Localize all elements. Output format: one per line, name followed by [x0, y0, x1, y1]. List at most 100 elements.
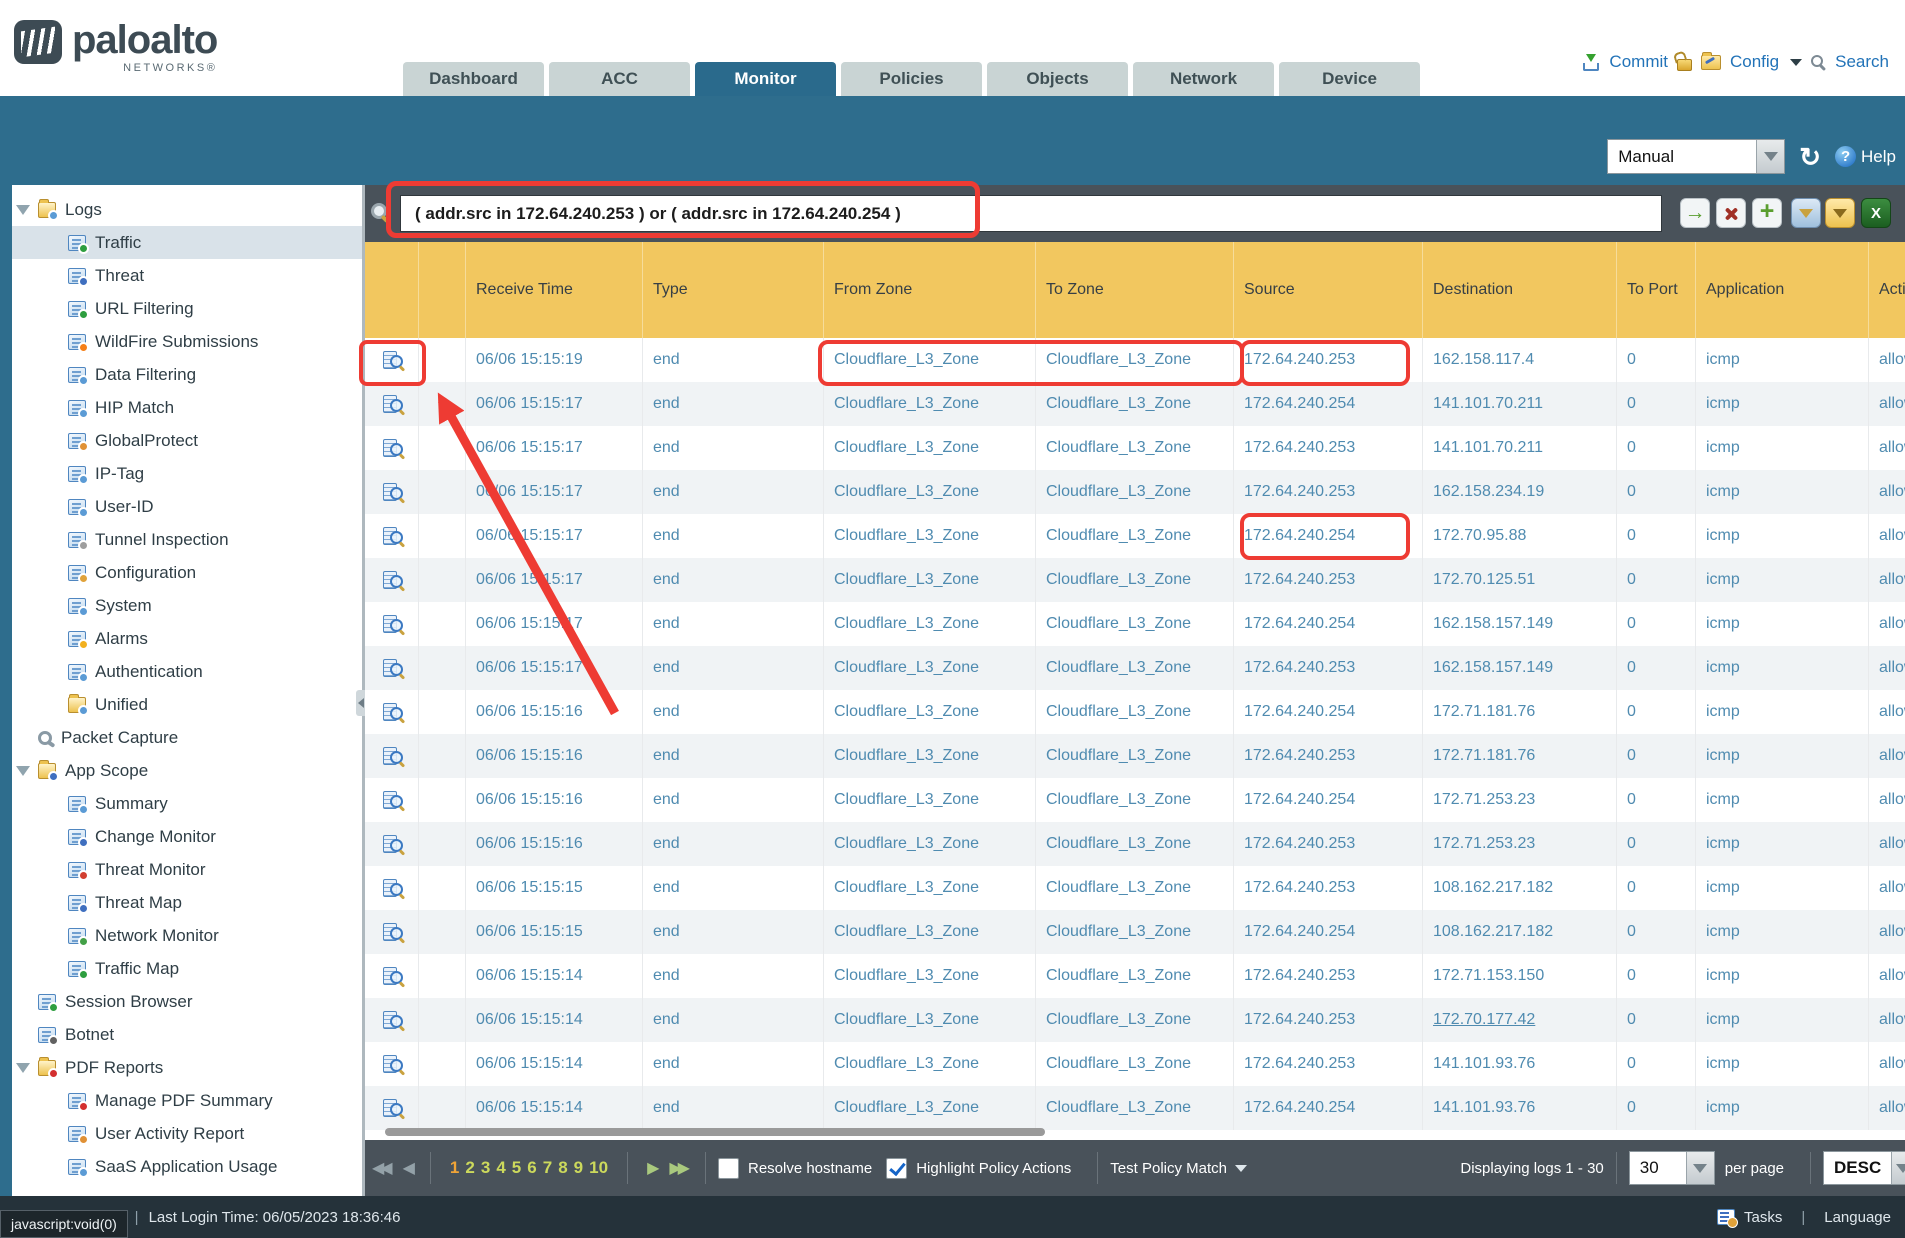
cell-from-zone[interactable]: Cloudflare_L3_Zone: [824, 910, 1036, 954]
to-port-value[interactable]: 0: [1627, 351, 1636, 369]
to-zone-value[interactable]: Cloudflare_L3_Zone: [1046, 439, 1191, 457]
sidebar-item-data-filtering[interactable]: Data Filtering: [12, 358, 362, 391]
column-header-receive-time[interactable]: Receive Time: [466, 242, 643, 338]
log-detail-icon[interactable]: [382, 1055, 402, 1074]
column-header-detail[interactable]: [365, 242, 419, 338]
save-filter-icon[interactable]: [1791, 198, 1821, 228]
cell-to-zone[interactable]: Cloudflare_L3_Zone: [1036, 910, 1234, 954]
highlight-policy-actions-checkbox[interactable]: [886, 1158, 907, 1179]
source-value[interactable]: 172.64.240.253: [1244, 879, 1355, 897]
action-value[interactable]: allow: [1879, 571, 1905, 589]
from-zone-value[interactable]: Cloudflare_L3_Zone: [834, 703, 979, 721]
sidebar-item-traffic-map[interactable]: Traffic Map: [12, 952, 362, 985]
page-3[interactable]: 3: [481, 1158, 490, 1178]
page-size-dropdown-icon[interactable]: [1686, 1152, 1714, 1184]
source-value[interactable]: 172.64.240.254: [1244, 527, 1355, 545]
sidebar-collapse-handle[interactable]: [356, 690, 365, 716]
destination-value[interactable]: 172.70.177.42: [1433, 1011, 1535, 1029]
cell-source[interactable]: 172.64.240.253: [1234, 954, 1423, 998]
cell-to-zone[interactable]: Cloudflare_L3_Zone: [1036, 866, 1234, 910]
cell-to-zone[interactable]: Cloudflare_L3_Zone: [1036, 470, 1234, 514]
to-zone-value[interactable]: Cloudflare_L3_Zone: [1046, 1011, 1191, 1029]
cell-action[interactable]: allow: [1869, 778, 1905, 822]
sidebar-item-saas-application-usage[interactable]: SaaS Application Usage: [12, 1150, 362, 1183]
tab-dashboard[interactable]: Dashboard: [403, 62, 544, 96]
cell-source[interactable]: 172.64.240.254: [1234, 910, 1423, 954]
page-5[interactable]: 5: [512, 1158, 521, 1178]
add-filter-icon[interactable]: [1752, 198, 1782, 228]
cell-application[interactable]: icmp: [1696, 998, 1869, 1042]
cell-application[interactable]: icmp: [1696, 1042, 1869, 1086]
application-value[interactable]: icmp: [1706, 879, 1740, 897]
tab-device[interactable]: Device: [1279, 62, 1420, 96]
log-detail-icon[interactable]: [382, 395, 402, 414]
source-value[interactable]: 172.64.240.254: [1244, 395, 1355, 413]
cell-to-port[interactable]: 0: [1617, 998, 1696, 1042]
cell-destination[interactable]: 162.158.117.4: [1423, 338, 1617, 382]
page-size-select[interactable]: 30: [1629, 1151, 1715, 1185]
from-zone-value[interactable]: Cloudflare_L3_Zone: [834, 967, 979, 985]
cell-application[interactable]: icmp: [1696, 602, 1869, 646]
to-port-value[interactable]: 0: [1627, 439, 1636, 457]
application-value[interactable]: icmp: [1706, 791, 1740, 809]
sidebar-item-session-browser[interactable]: Session Browser: [12, 985, 362, 1018]
cell-to-port[interactable]: 0: [1617, 338, 1696, 382]
destination-value[interactable]: 141.101.70.211: [1433, 439, 1543, 457]
source-value[interactable]: 172.64.240.253: [1244, 747, 1355, 765]
commit-button[interactable]: Commit: [1609, 52, 1668, 72]
cell-to-zone[interactable]: Cloudflare_L3_Zone: [1036, 1042, 1234, 1086]
to-port-value[interactable]: 0: [1627, 1055, 1636, 1073]
cell-destination[interactable]: 172.70.125.51: [1423, 558, 1617, 602]
cell-action[interactable]: allow: [1869, 470, 1905, 514]
cell-destination[interactable]: 162.158.157.149: [1423, 646, 1617, 690]
cell-to-port[interactable]: 0: [1617, 646, 1696, 690]
destination-value[interactable]: 172.70.125.51: [1433, 571, 1535, 589]
page-7[interactable]: 7: [543, 1158, 552, 1178]
log-detail-icon[interactable]: [382, 1011, 402, 1030]
cell-application[interactable]: icmp: [1696, 514, 1869, 558]
cell-to-port[interactable]: 0: [1617, 734, 1696, 778]
action-value[interactable]: allow: [1879, 923, 1905, 941]
cell-to-port[interactable]: 0: [1617, 778, 1696, 822]
source-value[interactable]: 172.64.240.254: [1244, 615, 1355, 633]
action-value[interactable]: allow: [1879, 791, 1905, 809]
to-zone-value[interactable]: Cloudflare_L3_Zone: [1046, 1099, 1191, 1117]
action-value[interactable]: allow: [1879, 835, 1905, 853]
column-header-application[interactable]: Application: [1696, 242, 1869, 338]
from-zone-value[interactable]: Cloudflare_L3_Zone: [834, 351, 979, 369]
cell-from-zone[interactable]: Cloudflare_L3_Zone: [824, 778, 1036, 822]
sidebar-item-packet-capture[interactable]: Packet Capture: [12, 721, 362, 754]
cell-to-zone[interactable]: Cloudflare_L3_Zone: [1036, 1086, 1234, 1130]
cell-from-zone[interactable]: Cloudflare_L3_Zone: [824, 1086, 1036, 1130]
from-zone-value[interactable]: Cloudflare_L3_Zone: [834, 483, 979, 501]
column-header-destination[interactable]: Destination: [1423, 242, 1617, 338]
destination-value[interactable]: 162.158.157.149: [1433, 659, 1553, 677]
cell-destination[interactable]: 172.71.181.76: [1423, 734, 1617, 778]
cell-from-zone[interactable]: Cloudflare_L3_Zone: [824, 602, 1036, 646]
cell-source[interactable]: 172.64.240.253: [1234, 998, 1423, 1042]
cell-source[interactable]: 172.64.240.253: [1234, 866, 1423, 910]
cell-to-zone[interactable]: Cloudflare_L3_Zone: [1036, 514, 1234, 558]
log-detail-icon[interactable]: [382, 879, 402, 898]
from-zone-value[interactable]: Cloudflare_L3_Zone: [834, 1011, 979, 1029]
cell-destination[interactable]: 141.101.70.211: [1423, 382, 1617, 426]
expand-caret-icon[interactable]: [16, 205, 30, 215]
application-value[interactable]: icmp: [1706, 703, 1740, 721]
destination-value[interactable]: 162.158.117.4: [1433, 351, 1534, 369]
action-value[interactable]: allow: [1879, 483, 1905, 501]
cell-from-zone[interactable]: Cloudflare_L3_Zone: [824, 866, 1036, 910]
cell-action[interactable]: allow: [1869, 338, 1905, 382]
action-value[interactable]: allow: [1879, 1099, 1905, 1117]
language-button[interactable]: Language: [1824, 1209, 1891, 1226]
cell-action[interactable]: allow: [1869, 1086, 1905, 1130]
action-value[interactable]: allow: [1879, 615, 1905, 633]
cell-from-zone[interactable]: Cloudflare_L3_Zone: [824, 338, 1036, 382]
cell-action[interactable]: allow: [1869, 646, 1905, 690]
source-value[interactable]: 172.64.240.253: [1244, 835, 1355, 853]
cell-to-port[interactable]: 0: [1617, 1042, 1696, 1086]
sidebar-item-configuration[interactable]: Configuration: [12, 556, 362, 589]
cell-from-zone[interactable]: Cloudflare_L3_Zone: [824, 690, 1036, 734]
cell-from-zone[interactable]: Cloudflare_L3_Zone: [824, 514, 1036, 558]
sidebar-item-threat-monitor[interactable]: Threat Monitor: [12, 853, 362, 886]
cell-source[interactable]: 172.64.240.253: [1234, 646, 1423, 690]
